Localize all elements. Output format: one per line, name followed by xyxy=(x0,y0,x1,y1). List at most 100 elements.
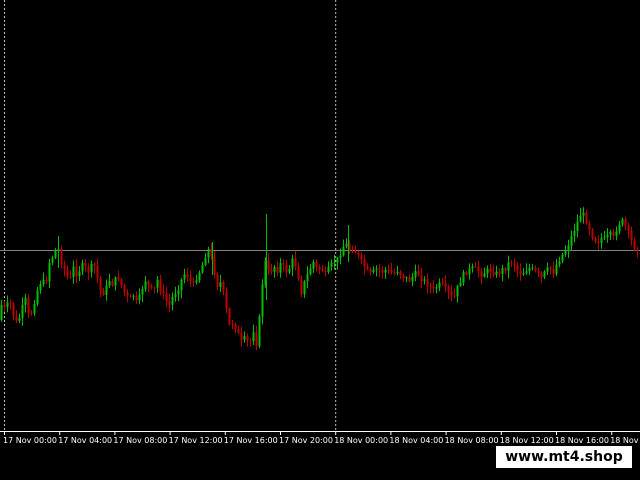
candle xyxy=(441,277,444,286)
candle xyxy=(528,263,531,275)
candle xyxy=(435,284,438,294)
watermark-logo: www.mt4.shop xyxy=(496,446,632,468)
x-tick-label: 17 Nov 16:00 xyxy=(224,436,278,445)
x-tick-label: 18 Nov 12:00 xyxy=(500,436,554,445)
candle xyxy=(6,295,9,313)
candle xyxy=(90,260,93,278)
candle xyxy=(240,326,243,347)
candle xyxy=(318,264,321,275)
candle xyxy=(225,287,228,314)
candle xyxy=(108,273,111,289)
candle xyxy=(387,264,390,275)
candle xyxy=(357,250,360,259)
candle xyxy=(297,262,300,281)
candle xyxy=(375,265,378,277)
candle xyxy=(132,294,135,301)
candle xyxy=(429,282,432,294)
candle xyxy=(351,245,354,254)
candle xyxy=(405,276,408,283)
candle xyxy=(486,265,489,279)
candle xyxy=(384,267,387,280)
candle xyxy=(570,230,573,251)
candle xyxy=(267,253,270,276)
candle xyxy=(408,273,411,283)
candle xyxy=(525,263,528,275)
candle xyxy=(291,254,294,277)
candle xyxy=(105,279,108,301)
candle xyxy=(555,259,558,277)
chart-canvas[interactable]: 17 Nov 00:00 17 Nov 04:00 17 Nov 08:00 17 N… xyxy=(0,0,640,450)
candle xyxy=(315,259,318,272)
candle xyxy=(36,286,39,307)
candle xyxy=(180,278,183,299)
candle xyxy=(174,286,177,302)
candle xyxy=(24,293,27,313)
candle xyxy=(537,267,540,278)
watermark-text: www.mt4.shop xyxy=(505,449,623,465)
candle xyxy=(87,263,90,281)
candle xyxy=(261,279,264,325)
day-separators xyxy=(4,0,337,431)
candle xyxy=(516,262,519,278)
candle xyxy=(540,271,543,283)
candle xyxy=(120,278,123,288)
candle xyxy=(204,253,207,267)
candle xyxy=(558,256,561,268)
candle xyxy=(48,258,51,288)
candle xyxy=(246,333,249,347)
candle xyxy=(153,286,156,294)
candle xyxy=(552,261,555,278)
candle xyxy=(621,217,624,227)
candle xyxy=(102,287,105,297)
candle xyxy=(579,207,582,223)
candle xyxy=(207,246,210,264)
candle xyxy=(63,260,66,277)
candle xyxy=(231,319,234,330)
candle xyxy=(159,274,162,296)
candle xyxy=(609,229,612,241)
candle xyxy=(459,277,462,287)
candle xyxy=(69,270,72,279)
candle xyxy=(402,273,405,282)
candle xyxy=(51,255,54,266)
candle xyxy=(141,285,144,303)
candle xyxy=(399,269,402,280)
candle xyxy=(468,263,471,280)
candle xyxy=(330,259,333,271)
candle xyxy=(390,262,393,275)
x-tick-label: 17 Nov 12:00 xyxy=(169,436,223,445)
candle xyxy=(72,260,75,284)
candle xyxy=(513,258,516,272)
candle xyxy=(372,266,375,274)
candle xyxy=(345,238,348,249)
candle xyxy=(39,280,42,294)
candle xyxy=(27,293,30,318)
candle xyxy=(117,270,120,282)
candle xyxy=(18,313,21,324)
candle xyxy=(21,297,24,326)
candle xyxy=(252,324,255,345)
candle xyxy=(615,226,618,241)
candle xyxy=(495,265,498,278)
candle xyxy=(60,245,63,269)
candle xyxy=(198,270,201,283)
candle xyxy=(597,235,600,250)
candle xyxy=(279,258,282,278)
candle xyxy=(438,278,441,292)
candle xyxy=(234,322,237,334)
candle xyxy=(0,300,3,322)
candle xyxy=(600,233,603,249)
candle xyxy=(285,260,288,278)
candle xyxy=(453,288,456,299)
candle xyxy=(168,293,171,312)
candle xyxy=(84,259,87,273)
candle xyxy=(54,248,57,260)
candle xyxy=(462,269,465,286)
candle xyxy=(477,260,480,278)
candle xyxy=(42,272,45,287)
x-tick-label: 17 Nov 04:00 xyxy=(58,436,112,445)
candle xyxy=(432,279,435,294)
candle xyxy=(414,264,417,281)
price-chart[interactable]: 17 Nov 00:00 17 Nov 04:00 17 Nov 08:00 17 N… xyxy=(0,0,640,450)
candle xyxy=(561,252,564,264)
